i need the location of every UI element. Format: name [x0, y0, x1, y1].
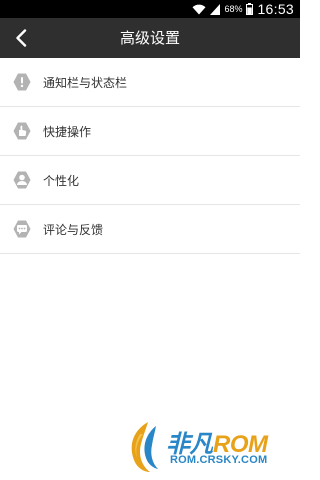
- menu-item-label: 通知栏与状态栏: [43, 75, 128, 90]
- menu-item-personalization[interactable]: 个性化: [0, 156, 300, 205]
- hand-icon: [12, 121, 32, 141]
- menu-item-label: 个性化: [43, 173, 80, 188]
- wifi-icon: [192, 4, 206, 14]
- battery-percent: 68%: [224, 4, 243, 14]
- person-icon: [12, 170, 32, 190]
- watermark-logo: 非凡ROM ROM.CRSKY.COM: [126, 418, 296, 476]
- menu-item-label: 评论与反馈: [43, 222, 104, 237]
- menu-item-label: 快捷操作: [43, 124, 92, 139]
- menu-item-comment-feedback[interactable]: 评论与反馈: [0, 205, 300, 254]
- status-bar: 68% 16:53: [0, 0, 300, 18]
- status-bar-right: 68% 16:53: [192, 0, 294, 18]
- watermark-emblem-icon: [131, 422, 158, 472]
- alert-icon: [12, 72, 32, 92]
- page-title: 高级设置: [119, 29, 180, 47]
- status-time: 16:53: [257, 1, 294, 17]
- menu-item-notification-statusbar[interactable]: 通知栏与状态栏: [0, 58, 300, 107]
- signal-icon: [210, 3, 221, 15]
- comment-icon: [12, 219, 32, 239]
- battery-icon: [246, 3, 254, 15]
- watermark-domain: ROM.CRSKY.COM: [170, 454, 268, 466]
- menu-item-quick-actions[interactable]: 快捷操作: [0, 107, 300, 156]
- settings-menu: 通知栏与状态栏 快捷操作 个性化 评论与反馈: [0, 58, 300, 254]
- title-bar: 高级设置: [0, 18, 300, 58]
